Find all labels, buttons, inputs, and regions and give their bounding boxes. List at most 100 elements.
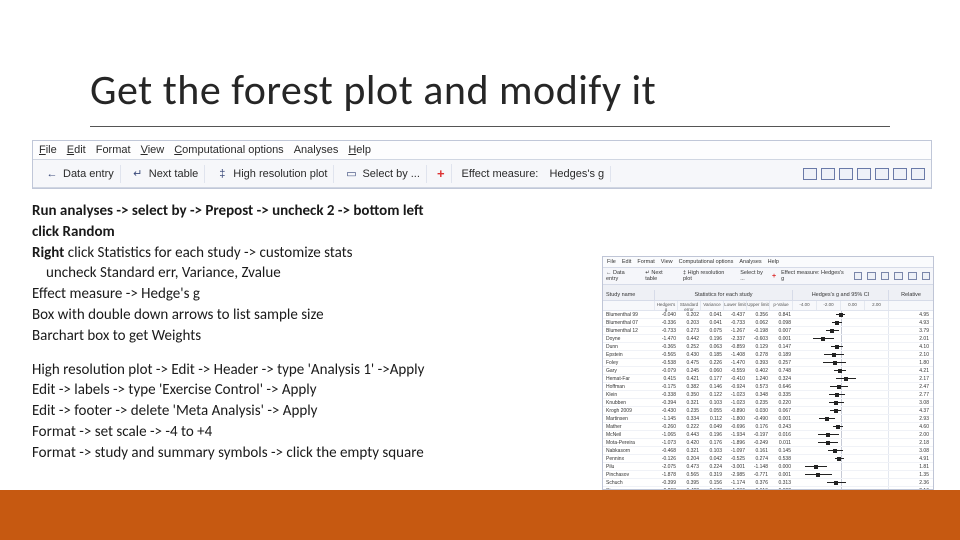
cell-hi: 1.240	[747, 376, 770, 382]
cell-rel: 2.93	[889, 416, 933, 422]
sub-col: Upper limit	[747, 301, 770, 310]
cell-ci-plot	[793, 415, 889, 422]
cell-ci-plot	[793, 351, 889, 358]
cell-se: 0.422	[678, 488, 701, 491]
col-group-plot: Hedges's g and 95% CI	[793, 290, 889, 300]
cell-lo: -0.733	[724, 320, 747, 326]
cell-p: 0.098	[770, 320, 793, 326]
inset-menu-item[interactable]: Format	[637, 259, 654, 265]
arrow-left-icon: ←	[45, 167, 59, 181]
inset-tb-effect[interactable]: Effect measure: Hedges's g	[781, 270, 844, 282]
cell-g: -0.126	[655, 456, 678, 462]
cell-v: 0.146	[701, 384, 724, 390]
slide-footer-bar	[0, 490, 960, 540]
cell-p: 0.841	[770, 312, 793, 318]
inset-tb-select-by[interactable]: Select by ...	[740, 270, 767, 282]
cell-p: 0.646	[770, 384, 793, 390]
cell-ci-plot	[793, 479, 889, 486]
menu-file[interactable]: File	[39, 144, 57, 156]
toolbar-e-icon[interactable]	[875, 168, 889, 180]
inset-menu-item[interactable]: Help	[768, 259, 779, 265]
instruction-line: Format -> study and summary symbols -> c…	[32, 444, 612, 464]
forest-plot-inset: File Edit Format View Computational opti…	[602, 256, 934, 490]
inset-toolbar-icon[interactable]	[894, 272, 903, 280]
cell-ci-plot	[793, 447, 889, 454]
toolbar-effect-measure[interactable]: Effect measure: Hedges's g	[456, 166, 612, 182]
menu-format[interactable]: Format	[96, 144, 131, 156]
toolbar-barchart-icon[interactable]	[893, 168, 907, 180]
cell-rel: 4.21	[889, 368, 933, 374]
toolbar-tt-icon[interactable]	[839, 168, 853, 180]
inset-toolbar-icon[interactable]	[867, 272, 876, 280]
cell-hi: -0.771	[747, 472, 770, 478]
cell-ci-plot	[793, 431, 889, 438]
cell-rel: 2.10	[889, 352, 933, 358]
toolbar-add[interactable]: +	[431, 164, 452, 183]
cell-g: -1.065	[655, 432, 678, 438]
menu-computational-options[interactable]: Computational options	[174, 144, 283, 156]
cell-se: 0.430	[678, 352, 701, 358]
toolbar-columns-icon[interactable]	[821, 168, 835, 180]
inset-toolbar-icon[interactable]	[881, 272, 890, 280]
inset-tb-high-res[interactable]: ‡ High resolution plot	[683, 270, 731, 282]
cell-v: 0.103	[701, 400, 724, 406]
toolbar-box-icon[interactable]	[803, 168, 817, 180]
cell-p: 0.243	[770, 424, 793, 430]
cell-lo: -1.036	[724, 488, 747, 491]
cell-p: 0.622	[770, 488, 793, 491]
tick: -2.00	[817, 301, 841, 310]
instruction-line: Edit -> footer -> delete 'Meta Analysis'…	[32, 402, 612, 422]
inset-toolbar-icon[interactable]	[908, 272, 917, 280]
cell-p: 0.324	[770, 376, 793, 382]
cell-se: 0.565	[678, 472, 701, 478]
inset-menu-item[interactable]: View	[661, 259, 673, 265]
cell-g: -0.733	[655, 328, 678, 334]
menu-help[interactable]: Help	[348, 144, 371, 156]
toolbar-next-table[interactable]: ↵ Next table	[125, 165, 206, 183]
inset-toolbar-icon[interactable]	[922, 272, 931, 280]
menu-edit[interactable]: Edit	[67, 144, 86, 156]
cell-g: -1.073	[655, 440, 678, 446]
inset-toolbar-icon[interactable]	[854, 272, 863, 280]
high-res-icon: ‡	[215, 167, 229, 181]
cell-ci-plot	[793, 439, 889, 446]
toolbar-next-table-label: Next table	[149, 168, 199, 180]
cell-rel: 1.80	[889, 360, 933, 366]
cell-ci-plot	[793, 311, 889, 318]
toolbar-hires-icon[interactable]	[857, 168, 871, 180]
inset-menu-item[interactable]: Computational options	[679, 259, 734, 265]
cell-g: -1.878	[655, 472, 678, 478]
cell-ci-plot	[793, 327, 889, 334]
cell-p: 0.257	[770, 360, 793, 366]
toolbar-data-entry[interactable]: ← Data entry	[39, 165, 121, 183]
inset-tb-next-table[interactable]: ↵ Next table	[645, 270, 674, 282]
tick: 0.00	[841, 301, 865, 310]
toolbar-select-by[interactable]: ▭ Select by ...	[338, 165, 426, 183]
inset-plus-icon[interactable]: +	[772, 273, 776, 280]
cell-se: 0.420	[678, 440, 701, 446]
cell-se: 0.382	[678, 384, 701, 390]
cell-g: -0.468	[655, 448, 678, 454]
cell-se: 0.203	[678, 320, 701, 326]
cell-v: 0.226	[701, 360, 724, 366]
cell-rel: 4.91	[889, 456, 933, 462]
menu-view[interactable]: View	[141, 144, 165, 156]
tick: -4.00	[793, 301, 817, 310]
cell-lo: -1.023	[724, 400, 747, 406]
toolbar-high-res-plot[interactable]: ‡ High resolution plot	[209, 165, 334, 183]
cell-ci-plot	[793, 407, 889, 414]
toolbar-q-icon[interactable]	[911, 168, 925, 180]
inset-menu-item[interactable]: Edit	[622, 259, 631, 265]
cell-lo: -2.337	[724, 336, 747, 342]
instruction-line: High resolution plot -> Edit -> Header -…	[32, 361, 612, 381]
col-group-stats[interactable]: Statistics for each study	[655, 290, 793, 300]
cell-se: 0.204	[678, 456, 701, 462]
cell-lo: -0.890	[724, 408, 747, 414]
cell-ci-plot	[793, 375, 889, 382]
table-row: Hemat-Far0.4150.4210.177-0.4101.2400.324…	[603, 375, 933, 383]
inset-menu-item[interactable]: Analyses	[739, 259, 761, 265]
menu-analyses[interactable]: Analyses	[294, 144, 339, 156]
cell-hi: 0.573	[747, 384, 770, 390]
cell-g: -0.399	[655, 480, 678, 486]
cell-lo: -0.437	[724, 312, 747, 318]
